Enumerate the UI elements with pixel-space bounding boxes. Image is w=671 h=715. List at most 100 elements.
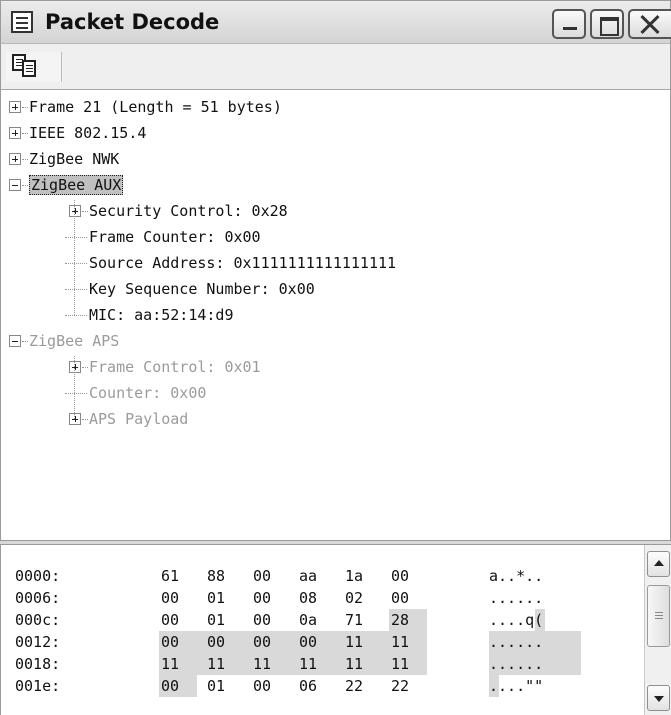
expand-icon[interactable] [69, 361, 81, 373]
hex-offset: 0018: [15, 655, 61, 673]
tree-connector [82, 367, 88, 368]
maximize-button[interactable] [590, 9, 624, 39]
hex-byte[interactable]: 00 [159, 609, 197, 631]
hex-byte[interactable]: 00 [251, 631, 297, 653]
hex-byte[interactable]: 11 [389, 631, 427, 653]
hex-byte[interactable]: 00 [251, 587, 289, 609]
hex-byte[interactable]: 06 [297, 675, 335, 697]
tree-connector [22, 185, 28, 186]
hex-byte[interactable]: 02 [343, 587, 381, 609]
hex-byte[interactable]: 00 [159, 631, 205, 653]
scroll-thumb[interactable] [647, 585, 670, 647]
hex-offset: 0000: [15, 567, 61, 585]
hex-byte[interactable]: 00 [251, 565, 289, 587]
hex-byte[interactable]: 00 [159, 587, 197, 609]
collapse-icon[interactable] [9, 335, 21, 347]
toolbar [0, 44, 671, 90]
hex-row[interactable]: 0006: 00 01 00 08 02 00...... [1, 587, 641, 609]
hex-byte[interactable]: 08 [297, 587, 335, 609]
hex-byte[interactable]: 00 [297, 631, 343, 653]
scroll-up-button[interactable] [647, 551, 670, 577]
decode-tree[interactable]: Frame 21 (Length = 51 bytes) IEEE 802.15.… [0, 90, 671, 540]
expand-icon[interactable] [9, 101, 21, 113]
tree-node[interactable]: Counter: 0x00 [89, 380, 206, 406]
hex-byte[interactable]: 22 [389, 675, 427, 697]
tree-node[interactable]: ZigBee AUX [29, 172, 124, 198]
hex-byte[interactable]: 0a [297, 609, 335, 631]
tree-node[interactable]: MIC: aa:52:14:d9 [89, 302, 234, 328]
tree-node-label: Key Sequence Number: 0x00 [89, 280, 315, 298]
hex-byte[interactable]: 11 [343, 653, 389, 675]
hex-byte[interactable]: 71 [343, 609, 381, 631]
copy-button[interactable] [6, 52, 62, 82]
hex-byte[interactable]: 01 [205, 609, 243, 631]
hex-row[interactable]: 001e: 00 01 00 06 22 22 ...."" [1, 675, 641, 697]
tree-connector [22, 107, 28, 108]
hex-byte[interactable]: 88 [205, 565, 243, 587]
tree-connector [74, 356, 75, 419]
hex-row[interactable]: 000c: 00 01 00 0a 71 28 ....q( [1, 609, 641, 631]
tree-node-label: MIC: aa:52:14:d9 [89, 306, 234, 324]
hex-byte[interactable]: 00 [205, 631, 251, 653]
tree-node[interactable]: ZigBee APS [29, 328, 119, 354]
copy-icon [22, 60, 36, 77]
tree-node[interactable]: Security Control: 0x28 [89, 198, 288, 224]
hex-byte[interactable]: 11 [251, 653, 297, 675]
hex-ascii: ...."" [489, 677, 544, 695]
expand-icon[interactable] [9, 153, 21, 165]
hex-byte[interactable]: 00 [389, 565, 427, 587]
hex-byte[interactable]: 11 [389, 653, 427, 675]
hex-byte[interactable]: 01 [205, 675, 243, 697]
hex-byte[interactable]: 11 [205, 653, 251, 675]
tree-node[interactable]: Source Address: 0x1111111111111111 [89, 250, 396, 276]
hex-byte[interactable]: 1a [343, 565, 381, 587]
tree-node[interactable]: Frame Counter: 0x00 [89, 224, 261, 250]
document-icon [11, 11, 33, 33]
close-button[interactable] [628, 9, 671, 39]
tree-node-label: ZigBee APS [29, 332, 120, 350]
hex-byte[interactable]: 28 [389, 609, 427, 631]
tree-node-label: ZigBee AUX [29, 175, 124, 195]
tree-node[interactable]: Frame 21 (Length = 51 bytes) [29, 94, 282, 120]
hex-offset: 001e: [15, 677, 61, 695]
hex-byte[interactable]: 00 [389, 587, 427, 609]
tree-node[interactable]: APS Payload [89, 406, 188, 432]
hex-byte[interactable]: 01 [205, 587, 243, 609]
expand-icon[interactable] [69, 205, 81, 217]
hex-byte[interactable]: 61 [159, 565, 197, 587]
hex-dump-pane[interactable]: 0000: 61 88 00 aa 1a 00 a..*.. 0006: 00 01 00 08 02 00… [0, 545, 671, 715]
tree-node[interactable]: IEEE 802.15.4 [29, 120, 146, 146]
tree-node-label: APS Payload [89, 410, 189, 428]
tree-node-label: Security Control: 0x28 [89, 202, 288, 220]
hex-byte[interactable]: 00 [251, 609, 289, 631]
tree-node[interactable]: ZigBee NWK [29, 146, 119, 172]
hex-ascii: ...... [489, 631, 581, 653]
hex-byte[interactable]: 22 [343, 675, 381, 697]
tree-node[interactable]: Frame Control: 0x01 [89, 354, 261, 380]
hex-byte[interactable]: 00 [159, 675, 197, 697]
tree-connector [22, 159, 28, 160]
tree-connector [65, 393, 87, 394]
scroll-down-button[interactable] [647, 685, 670, 711]
hex-byte[interactable]: 11 [297, 653, 343, 675]
tree-connector [65, 263, 87, 264]
hex-row[interactable]: 0018: 11 11 11 11 11 11...... [1, 653, 641, 675]
window-title: Packet Decode [45, 10, 220, 34]
hex-byte[interactable]: 00 [251, 675, 289, 697]
hex-row[interactable]: 0000: 61 88 00 aa 1a 00 a..*.. [1, 565, 641, 587]
hex-byte[interactable]: aa [297, 565, 335, 587]
tree-node[interactable]: Key Sequence Number: 0x00 [89, 276, 315, 302]
expand-icon[interactable] [9, 127, 21, 139]
tree-connector [65, 315, 87, 316]
expand-icon[interactable] [69, 413, 81, 425]
hex-byte[interactable]: 11 [159, 653, 205, 675]
tree-connector [82, 419, 88, 420]
hex-row[interactable]: 0012: 00 00 00 00 11 11...... [1, 631, 641, 653]
tree-connector [82, 211, 88, 212]
tree-connector [74, 200, 75, 315]
minimize-button[interactable] [552, 9, 586, 39]
collapse-icon[interactable] [9, 179, 21, 191]
title-bar: Packet Decode [0, 0, 671, 44]
hex-byte[interactable]: 11 [343, 631, 389, 653]
hex-scrollbar[interactable] [644, 545, 671, 715]
